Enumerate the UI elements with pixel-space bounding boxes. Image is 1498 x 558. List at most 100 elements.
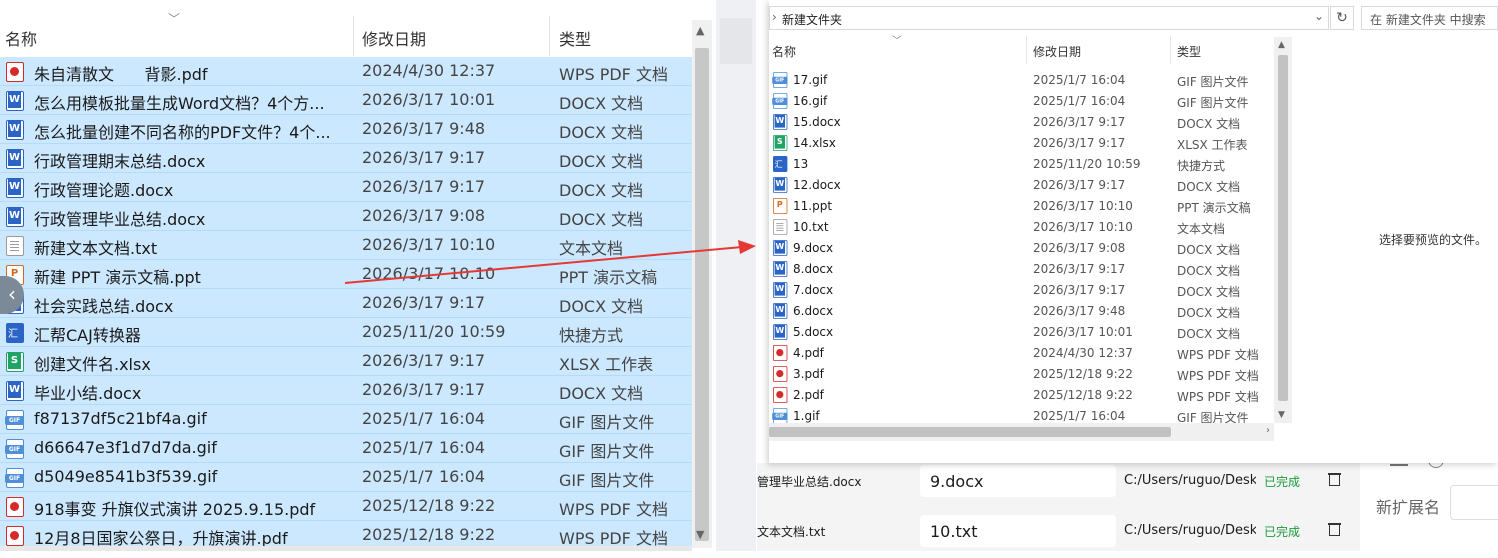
dialog-col-date[interactable]: 修改日期: [1033, 43, 1081, 60]
scroll-right-icon[interactable]: ›: [1266, 425, 1270, 436]
file-name[interactable]: 行政管理期末总结.docx: [34, 148, 205, 172]
file-name[interactable]: 新建 PPT 演示文稿.ppt: [34, 264, 201, 288]
file-row[interactable]: 行政管理论题.docx 2026/3/17 9:17 DOCX 文档: [0, 173, 692, 202]
file-name[interactable]: 14.xlsx: [793, 136, 836, 150]
file-row[interactable]: d5049e8541b3f539.gif 2025/1/7 16:04 GIF 图片…: [0, 463, 692, 492]
file-row[interactable]: 4.pdf 2024/4/30 12:37 WPS PDF 文档: [769, 343, 1274, 364]
file-name[interactable]: 5.docx: [793, 325, 833, 339]
file-name[interactable]: d66647e3f1d7d7da.gif: [34, 438, 217, 457]
file-name[interactable]: 怎么用模板批量生成Word文档？4个方...: [34, 90, 325, 114]
file-row[interactable]: 8.docx 2026/3/17 9:17 DOCX 文档: [769, 259, 1274, 280]
file-row[interactable]: 汇帮CAJ转换器 2025/11/20 10:59 快捷方式: [0, 318, 692, 347]
file-name[interactable]: 9.docx: [793, 241, 833, 255]
delete-icon[interactable]: [1328, 522, 1341, 536]
file-name[interactable]: 16.gif: [793, 94, 827, 108]
file-name[interactable]: 3.pdf: [793, 367, 824, 381]
file-row[interactable]: 14.xlsx 2026/3/17 9:17 XLSX 工作表: [769, 133, 1274, 154]
file-row[interactable]: 16.gif 2025/1/7 16:04 GIF 图片文件: [769, 91, 1274, 112]
file-name[interactable]: 怎么批量创建不同名称的PDF文件？4个...: [34, 119, 331, 143]
file-row[interactable]: 9.docx 2026/3/17 9:08 DOCX 文档: [769, 238, 1274, 259]
file-row[interactable]: 17.gif 2025/1/7 16:04 GIF 图片文件: [769, 70, 1274, 91]
file-row[interactable]: 朱自清散文 背影.pdf 2024/4/30 12:37 WPS PDF 文档: [0, 57, 692, 86]
scroll-down-icon[interactable]: ▼: [696, 528, 704, 541]
file-date: 2025/1/7 16:04: [362, 438, 486, 457]
dialog-horizontal-scrollbar[interactable]: ›: [769, 423, 1274, 441]
dialog-col-type[interactable]: 类型: [1177, 43, 1201, 60]
file-name[interactable]: 7.docx: [793, 283, 833, 297]
file-row[interactable]: 行政管理毕业总结.docx 2026/3/17 9:08 DOCX 文档: [0, 202, 692, 231]
file-row[interactable]: 行政管理期末总结.docx 2026/3/17 9:17 DOCX 文档: [0, 144, 692, 173]
file-type: DOCX 文档: [559, 94, 644, 113]
file-name[interactable]: 行政管理毕业总结.docx: [34, 206, 205, 230]
file-row[interactable]: 新建 PPT 演示文稿.ppt 2026/3/17 10:10 PPT 演示文稿: [0, 260, 692, 289]
file-name[interactable]: 毕业小结.docx: [34, 380, 141, 404]
file-row[interactable]: 5.docx 2026/3/17 10:01 DOCX 文档: [769, 322, 1274, 343]
file-name[interactable]: 6.docx: [793, 304, 833, 318]
file-row[interactable]: f87137df5c21bf4a.gif 2025/1/7 16:04 GIF 图片…: [0, 405, 692, 434]
file-row[interactable]: 10.txt 2026/3/17 10:10 文本文档: [769, 217, 1274, 238]
left-horizontal-scrollbar[interactable]: [0, 546, 692, 551]
scroll-up-icon[interactable]: ▲: [696, 24, 704, 37]
dialog-col-name[interactable]: 名称: [772, 43, 796, 60]
file-row[interactable]: 3.pdf 2025/12/18 9:22 WPS PDF 文档: [769, 364, 1274, 385]
file-name[interactable]: 1.gif: [793, 409, 820, 423]
left-col-date[interactable]: 修改日期: [362, 26, 426, 50]
scroll-thumb[interactable]: [1278, 55, 1288, 401]
file-name[interactable]: 8.docx: [793, 262, 833, 276]
file-row[interactable]: 12.docx 2026/3/17 9:17 DOCX 文档: [769, 175, 1274, 196]
left-col-name[interactable]: 名称: [5, 26, 37, 50]
scroll-down-icon[interactable]: ▼: [1278, 410, 1285, 420]
left-col-type[interactable]: 类型: [559, 26, 591, 50]
col-separator[interactable]: [1170, 36, 1171, 64]
file-name[interactable]: 新建文本文档.txt: [34, 235, 157, 259]
file-name[interactable]: f87137df5c21bf4a.gif: [34, 409, 207, 428]
file-name[interactable]: 社会实践总结.docx: [34, 293, 173, 317]
scroll-up-icon[interactable]: ▲: [1278, 40, 1285, 50]
delete-icon[interactable]: [1328, 472, 1341, 486]
address-dropdown-icon[interactable]: ⌄: [1314, 9, 1324, 23]
file-name[interactable]: 创建文件名.xlsx: [34, 351, 151, 375]
file-row[interactable]: 创建文件名.xlsx 2026/3/17 9:17 XLSX 工作表: [0, 347, 692, 376]
file-name[interactable]: 13: [793, 157, 808, 171]
new-extension-input[interactable]: [1450, 485, 1498, 520]
file-name[interactable]: d5049e8541b3f539.gif: [34, 467, 217, 486]
left-vertical-scrollbar[interactable]: ▲ ▼: [692, 20, 712, 548]
file-date: 2025/1/7 16:04: [1033, 409, 1126, 423]
file-name[interactable]: 17.gif: [793, 73, 827, 87]
file-name[interactable]: 2.pdf: [793, 388, 824, 402]
file-row[interactable]: 怎么批量创建不同名称的PDF文件？4个... 2026/3/17 9:48 DOCX…: [0, 115, 692, 144]
file-row[interactable]: 新建文本文档.txt 2026/3/17 10:10 文本文档: [0, 231, 692, 260]
scroll-thumb[interactable]: [695, 48, 709, 541]
file-name[interactable]: 12.docx: [793, 178, 841, 192]
col-separator[interactable]: [549, 16, 550, 56]
scroll-thumb[interactable]: [769, 427, 1171, 437]
file-row[interactable]: 13 2025/11/20 10:59 快捷方式: [769, 154, 1274, 175]
file-name[interactable]: 15.docx: [793, 115, 841, 129]
file-row[interactable]: 15.docx 2026/3/17 9:17 DOCX 文档: [769, 112, 1274, 133]
file-row[interactable]: d66647e3f1d7d7da.gif 2025/1/7 16:04 GIF 图片…: [0, 434, 692, 463]
col-separator[interactable]: [353, 16, 354, 56]
dialog-vertical-scrollbar[interactable]: ▲ ▼: [1274, 37, 1292, 423]
refresh-icon[interactable]: ↻: [1330, 6, 1354, 30]
file-name[interactable]: 朱自清散文 背影.pdf: [34, 61, 208, 85]
file-name[interactable]: 11.ppt: [793, 199, 832, 213]
file-row[interactable]: 毕业小结.docx 2026/3/17 9:17 DOCX 文档: [0, 376, 692, 405]
task-new-name-field[interactable]: 10.txt: [920, 515, 1116, 547]
file-row[interactable]: 6.docx 2026/3/17 9:48 DOCX 文档: [769, 301, 1274, 322]
search-input[interactable]: 在 新建文件夹 中搜索: [1361, 6, 1498, 30]
file-name[interactable]: 汇帮CAJ转换器: [34, 322, 141, 346]
file-row[interactable]: 918事变 升旗仪式演讲 2025.9.15.pdf 2025/12/18 9:2…: [0, 492, 692, 521]
file-name[interactable]: 4.pdf: [793, 346, 824, 360]
file-name[interactable]: 918事变 升旗仪式演讲 2025.9.15.pdf: [34, 496, 315, 520]
file-row[interactable]: 社会实践总结.docx 2026/3/17 9:17 DOCX 文档: [0, 289, 692, 318]
file-row[interactable]: 2.pdf 2025/12/18 9:22 WPS PDF 文档: [769, 385, 1274, 406]
file-name[interactable]: 10.txt: [793, 220, 829, 234]
file-row[interactable]: 11.ppt 2026/3/17 10:10 PPT 演示文稿: [769, 196, 1274, 217]
file-row[interactable]: 7.docx 2026/3/17 9:17 DOCX 文档: [769, 280, 1274, 301]
file-name[interactable]: 行政管理论题.docx: [34, 177, 173, 201]
file-row[interactable]: 怎么用模板批量生成Word文档？4个方... 2026/3/17 10:01 DOC…: [0, 86, 692, 115]
address-bar[interactable]: › 新建文件夹 ⌄: [769, 6, 1329, 30]
breadcrumb-folder[interactable]: 新建文件夹: [782, 11, 842, 28]
col-separator[interactable]: [1026, 36, 1027, 64]
task-new-name-field[interactable]: 9.docx: [920, 465, 1116, 497]
